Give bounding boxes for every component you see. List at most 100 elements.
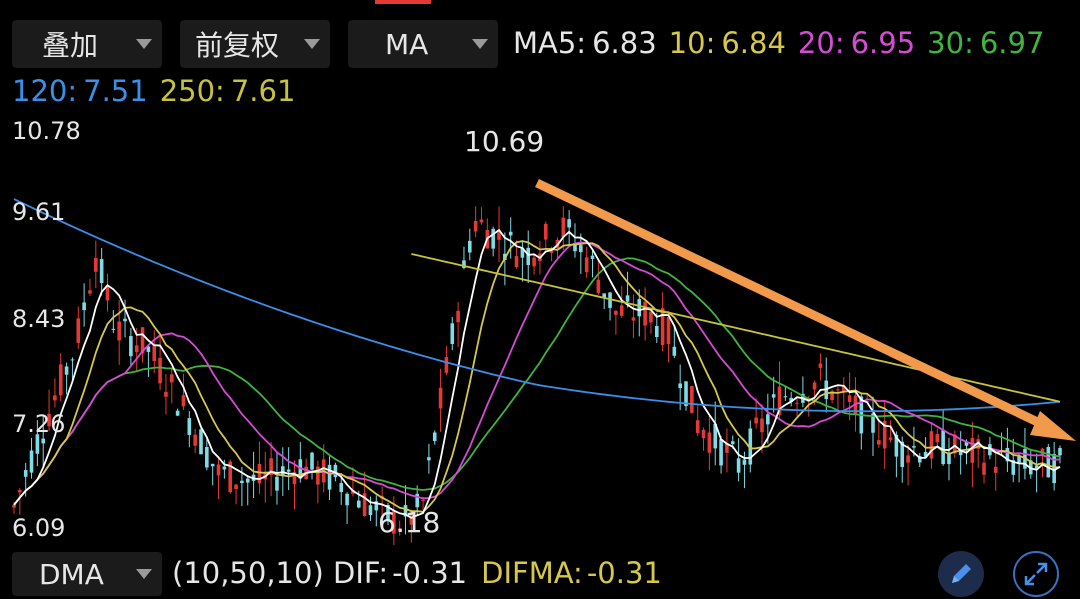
candle-body bbox=[438, 387, 443, 409]
candle-body bbox=[631, 317, 636, 321]
candle-body bbox=[275, 476, 279, 491]
candle-body bbox=[99, 259, 104, 284]
candle-body bbox=[847, 395, 852, 403]
candle-body bbox=[88, 290, 92, 294]
candle-body bbox=[912, 446, 916, 448]
candle-body bbox=[199, 429, 203, 455]
candle-body bbox=[929, 431, 934, 459]
candle-body bbox=[754, 417, 758, 424]
candle-body bbox=[993, 466, 998, 473]
price-axis-label: 7.26 bbox=[12, 410, 66, 438]
candle-body bbox=[479, 219, 484, 223]
candle-body bbox=[152, 345, 157, 362]
candle-body bbox=[234, 484, 238, 490]
candle-body bbox=[596, 279, 601, 293]
candle-body bbox=[941, 430, 945, 465]
candle-body bbox=[53, 395, 57, 401]
chevron-down-icon bbox=[136, 569, 152, 579]
candle-body bbox=[579, 245, 583, 253]
candle-body bbox=[666, 317, 671, 344]
candle-body bbox=[619, 305, 624, 316]
candle-body bbox=[637, 299, 642, 317]
candle-body bbox=[526, 247, 531, 266]
ma-values-row-1: MA5: 6.83 10: 6.84 20: 6.95 30: 6.97 bbox=[513, 26, 1044, 60]
candle-body bbox=[654, 325, 659, 337]
candle-body bbox=[64, 366, 69, 375]
ma5-value: 6.83 bbox=[592, 26, 657, 60]
dma-label: DMA bbox=[39, 557, 104, 591]
candle-body bbox=[660, 308, 665, 346]
price-axis-label: 8.43 bbox=[12, 305, 66, 333]
candle-body bbox=[672, 346, 677, 356]
candle-body bbox=[783, 396, 788, 398]
candle-body bbox=[719, 439, 723, 466]
ma10-value: 6.84 bbox=[721, 26, 786, 60]
candle-body bbox=[958, 451, 963, 456]
candle-body bbox=[187, 418, 192, 435]
ma-values-row-2: 120: 7.51 250: 7.61 bbox=[12, 74, 295, 108]
pencil-icon bbox=[952, 564, 971, 583]
candle-body bbox=[240, 480, 244, 484]
expand-button[interactable] bbox=[1013, 551, 1059, 597]
candle-body bbox=[432, 432, 437, 442]
candle-body bbox=[164, 391, 168, 397]
candle-body bbox=[906, 455, 910, 463]
dma-dropdown[interactable]: DMA bbox=[12, 552, 162, 596]
candle-body bbox=[134, 345, 139, 353]
candle-body bbox=[695, 420, 700, 434]
kline-chart[interactable] bbox=[0, 115, 1080, 545]
price-axis-label: 10.78 bbox=[12, 117, 81, 145]
indicator-dropdown[interactable]: MA bbox=[348, 20, 498, 68]
ma20-value: 6.95 bbox=[850, 26, 916, 60]
dma-params: (10,50,10) bbox=[172, 556, 324, 590]
candle-body bbox=[561, 217, 566, 237]
candle-body bbox=[771, 394, 776, 398]
candle-body bbox=[245, 478, 250, 483]
adjust-label: 前复权 bbox=[195, 29, 280, 62]
candle-body bbox=[70, 359, 75, 361]
candle-body bbox=[625, 295, 630, 302]
candle-body bbox=[76, 318, 81, 343]
candle-body bbox=[1046, 447, 1051, 478]
difma-label: DIFMA: bbox=[481, 556, 583, 590]
candle-body bbox=[877, 440, 881, 445]
candle-body bbox=[193, 434, 197, 446]
ma30-value: 6.97 bbox=[979, 26, 1045, 60]
candle-body bbox=[766, 414, 770, 425]
candle-body bbox=[158, 357, 162, 384]
candle-body bbox=[333, 464, 338, 478]
candle-body bbox=[427, 457, 431, 461]
expand-icon bbox=[1024, 562, 1048, 586]
candle-body bbox=[12, 504, 16, 508]
candle-body bbox=[1058, 447, 1062, 456]
candle-body bbox=[181, 395, 186, 407]
candle-body bbox=[29, 450, 34, 473]
price-axis-label: 9.61 bbox=[12, 198, 66, 226]
dma-values: (10,50,10) DIF: -0.31 DIFMA: -0.31 bbox=[172, 556, 662, 590]
low-price-annotation: 6.18 bbox=[378, 506, 441, 539]
edit-button[interactable] bbox=[938, 551, 984, 597]
candle-body bbox=[678, 383, 682, 389]
candle-body bbox=[532, 257, 536, 267]
ma20-label: 20: bbox=[797, 26, 845, 60]
candle-body bbox=[970, 437, 975, 463]
candle-body bbox=[421, 499, 425, 501]
ma250-value: 7.61 bbox=[230, 74, 296, 108]
candle-body bbox=[456, 310, 460, 323]
adjust-dropdown[interactable]: 前复权 bbox=[180, 20, 330, 68]
candle-body bbox=[584, 257, 589, 273]
candle-body bbox=[736, 458, 741, 473]
candle-body bbox=[567, 219, 571, 228]
candle-body bbox=[123, 318, 127, 322]
candle-body bbox=[175, 410, 180, 416]
candle-body bbox=[730, 441, 735, 445]
candle-body bbox=[345, 493, 349, 506]
overlay-dropdown[interactable]: 叠加 bbox=[12, 20, 162, 68]
candle-body bbox=[111, 328, 116, 330]
candle-body bbox=[760, 418, 764, 433]
indicator-label: MA bbox=[385, 27, 429, 61]
dif-value: -0.31 bbox=[392, 556, 468, 590]
ma250-label: 250: bbox=[159, 74, 225, 108]
candle-body bbox=[205, 447, 209, 468]
candle-body bbox=[836, 389, 840, 391]
